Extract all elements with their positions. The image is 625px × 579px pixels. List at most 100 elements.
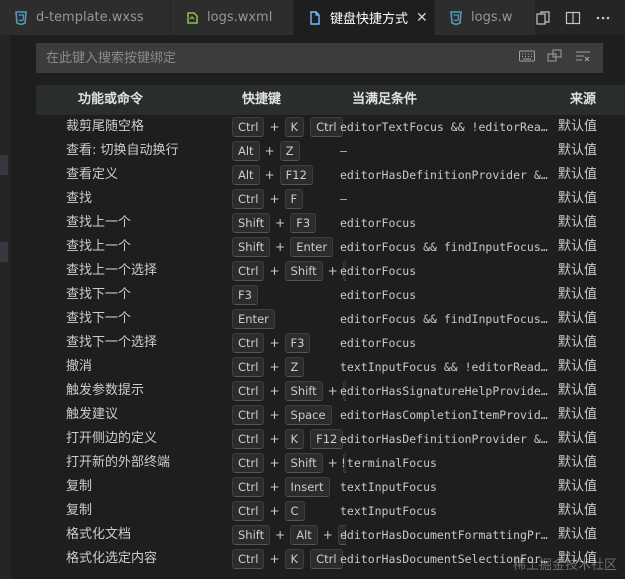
- key-cap: Shift: [232, 237, 271, 257]
- key-cap: Alt: [232, 165, 260, 185]
- table-row[interactable]: 触发建议 Ctrl + Space editorHasCompletionItemPro…: [36, 403, 625, 427]
- command-label: 查找上一个: [66, 239, 132, 254]
- keybinding-cell: Ctrl+Shift+F3: [232, 259, 346, 283]
- source-label: 默认值: [558, 287, 598, 302]
- key-cap: F12: [279, 165, 313, 185]
- source-label: 默认值: [558, 143, 598, 158]
- when-clause: editorHasDefinitionProvider && editorTex…: [340, 168, 554, 182]
- key-cap: Enter: [232, 309, 275, 329]
- source-label: 默认值: [558, 455, 598, 470]
- keybinding-cell: Shift + F3: [232, 211, 346, 235]
- tab-logs-wxss[interactable]: logs.w: [435, 0, 545, 35]
- sidebar-selection-marker: [0, 155, 8, 175]
- search-box: [36, 43, 603, 73]
- header-source: 来源: [570, 92, 597, 107]
- command-label: 触发建议: [66, 407, 119, 422]
- command-label: 触发参数提示: [66, 383, 145, 398]
- table-row[interactable]: 裁剪尾随空格 Ctrl + K Ctrl editorTextFocus && !edit…: [36, 115, 625, 139]
- table-row[interactable]: 格式化文档Shift+Alt+FeditorHasDocumentFormatt…: [36, 523, 625, 547]
- header-command: 功能或命令: [78, 92, 144, 107]
- table-row[interactable]: 复制 Ctrl + Insert textInputFocus 默认值: [36, 475, 625, 499]
- plus-separator: +: [269, 192, 280, 206]
- editor-actions: [535, 0, 625, 35]
- source-label: 默认值: [558, 479, 598, 494]
- key-cap: K: [284, 549, 305, 569]
- table-row[interactable]: 查找上一个 Shift + Enter editorFocus && findInput…: [36, 235, 625, 259]
- document-icon: [308, 10, 322, 25]
- key-cap: Ctrl: [232, 381, 265, 401]
- key-cap: Ctrl: [310, 117, 343, 137]
- key-cap: Space: [284, 405, 332, 425]
- split-editor-icon[interactable]: [565, 10, 581, 26]
- close-icon[interactable]: ✕: [416, 10, 428, 26]
- table-row[interactable]: 触发参数提示Ctrl+Shift+SpaceeditorHasSignature…: [36, 379, 625, 403]
- command-label: 打开侧边的定义: [66, 431, 158, 446]
- key-cap: Ctrl: [232, 429, 265, 449]
- key-cap: K: [284, 117, 305, 137]
- tab-label: logs.w: [471, 10, 513, 25]
- keybinding-cell: Ctrl + K F12: [232, 427, 346, 451]
- table-row[interactable]: 查找下一个选择 Ctrl + F3 editorFocus 默认值: [36, 331, 625, 355]
- keybinding-cell: Enter: [232, 307, 346, 331]
- table-row[interactable]: 查找上一个选择Ctrl+Shift+F3editorFocus默认值: [36, 259, 625, 283]
- when-clause: editorFocus: [340, 216, 417, 230]
- tab-keyboard-shortcuts[interactable]: 键盘快捷方式 ✕: [294, 0, 434, 35]
- more-actions-icon[interactable]: [595, 10, 611, 26]
- key-cap: F12: [310, 429, 344, 449]
- keyboard-icon[interactable]: [519, 50, 535, 66]
- clear-search-icon[interactable]: [575, 49, 591, 67]
- keybinding-cell: Ctrl+Shift+C: [232, 451, 346, 475]
- css-file-icon: [14, 10, 28, 25]
- sort-by-precedence-icon[interactable]: [547, 49, 563, 67]
- plus-separator: +: [269, 432, 280, 446]
- keybindings-editor: 功能或命令 快捷键 当满足条件 来源 裁剪尾随空格Ctrl+KCtrledito…: [10, 35, 625, 579]
- open-changes-icon[interactable]: [535, 10, 551, 26]
- key-cap: Shift: [284, 381, 323, 401]
- key-cap: Shift: [284, 453, 323, 473]
- source-label: 默认值: [558, 383, 598, 398]
- when-clause: editorFocus: [340, 264, 417, 278]
- css-file-icon: [449, 10, 463, 25]
- table-row[interactable]: 撤消 Ctrl + ZtextInputFocus && !editorReadonl…: [36, 355, 625, 379]
- table-row[interactable]: 查找上一个 Shift + F3 editorFocus 默认值: [36, 211, 625, 235]
- table-row[interactable]: 打开侧边的定义 Ctrl + K F12 editorHasDefinitionProvi…: [36, 427, 625, 451]
- keybinding-cell: Ctrl + F3: [232, 331, 346, 355]
- table-header: 功能或命令 快捷键 当满足条件 来源: [36, 85, 625, 115]
- command-label: 复制: [66, 503, 93, 518]
- table-row[interactable]: 复制 Ctrl + CtextInputFocus 默认值: [36, 499, 625, 523]
- when-clause: editorHasCompletionItemProvider && edito…: [340, 408, 554, 422]
- when-clause: !terminalFocus: [340, 456, 437, 470]
- command-label: 撤消: [66, 359, 93, 374]
- tab-logs-wxml[interactable]: logs.wxml: [171, 0, 293, 35]
- source-label: 默认值: [558, 311, 598, 326]
- keybinding-cell: F3: [232, 283, 346, 307]
- plus-separator: +: [269, 504, 280, 518]
- when-clause: editorHasDocumentFormattingProvider && e…: [340, 528, 554, 542]
- table-row[interactable]: 查看: 切换自动换行 Alt + Z — 默认值: [36, 139, 625, 163]
- plus-separator: +: [327, 384, 338, 398]
- header-keybinding: 快捷键: [242, 92, 282, 107]
- source-label: 默认值: [558, 119, 598, 134]
- table-row[interactable]: 查找下一个 F3 editorFocus 默认值: [36, 283, 625, 307]
- search-input[interactable]: [36, 49, 519, 67]
- key-cap: Shift: [232, 213, 271, 233]
- table-row[interactable]: 查找下一个 Enter editorFocus && findInputFocuss…: [36, 307, 625, 331]
- plus-separator: +: [275, 216, 286, 230]
- key-cap: K: [284, 429, 305, 449]
- plus-separator: +: [275, 528, 286, 542]
- keybinding-cell: Ctrl + F: [232, 187, 346, 211]
- command-label: 查找: [66, 191, 93, 206]
- table-row[interactable]: 查找 Ctrl + F — 默认值: [36, 187, 625, 211]
- table-row[interactable]: 打开新的外部终端Ctrl+Shift+C!terminalFocus默认值: [36, 451, 625, 475]
- keybinding-cell: Ctrl + Space: [232, 403, 346, 427]
- tab-d-template-wxss[interactable]: d-template.wxss: [0, 0, 170, 35]
- keybinding-cell: Ctrl + C: [232, 499, 346, 523]
- when-clause: editorHasDefinitionProvider && editorTex…: [340, 432, 554, 446]
- keybinding-cell: Ctrl+Shift+Space: [232, 379, 346, 403]
- wxml-file-icon: [185, 11, 199, 25]
- plus-separator: +: [269, 336, 280, 350]
- plus-separator: +: [264, 144, 275, 158]
- table-row[interactable]: 查看定义 Alt + F12 editorHasDefinitionProvider &…: [36, 163, 625, 187]
- key-cap: F3: [284, 333, 311, 353]
- plus-separator: +: [327, 264, 338, 278]
